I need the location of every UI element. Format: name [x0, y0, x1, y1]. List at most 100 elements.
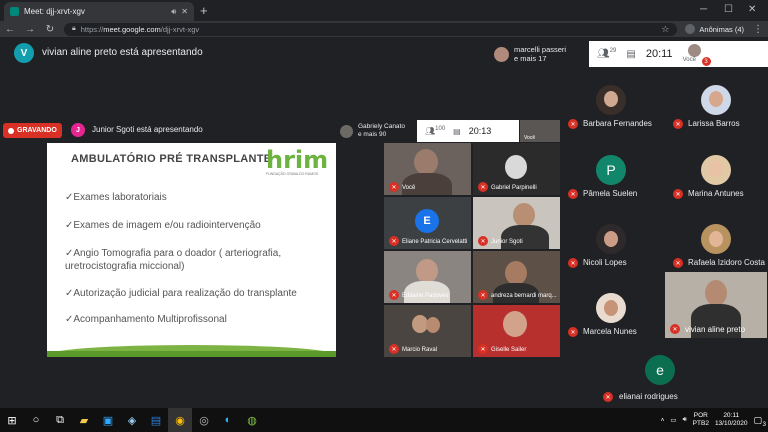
participant-avatar	[701, 155, 731, 185]
participant-face	[513, 203, 535, 227]
search-icon[interactable]: ○	[24, 408, 48, 432]
volume-icon[interactable]: 🔊︎	[683, 416, 687, 424]
tile-name: Gabriel Parpinelli	[491, 185, 537, 191]
window-close-icon[interactable]: ✕	[748, 2, 756, 18]
inner-clock: 20:13	[468, 126, 492, 136]
task-view-icon[interactable]: ⧉	[48, 408, 72, 432]
participant-tile: ✕ Larissa Barros	[666, 85, 766, 129]
self-avatar	[687, 44, 701, 57]
edge-icon[interactable]: ◐	[216, 408, 240, 432]
participant-body	[501, 225, 549, 249]
tile-name: Giselle Sailer	[491, 347, 527, 353]
tile-name: Junior Sgoti	[491, 239, 523, 245]
participant-tile: ✕ Marina Antunes	[666, 155, 766, 199]
participant-face	[505, 155, 527, 179]
participant-avatar	[596, 224, 626, 254]
self-view-mini[interactable]: Você 3	[683, 43, 711, 66]
slide-bullet: ✓Angio Tomografia para o doador ( arteri…	[65, 248, 282, 272]
participant-tile: ✕ Nicoli Lopes	[561, 224, 661, 268]
mic-off-icon: ✕	[673, 119, 683, 129]
meet-favicon-icon	[10, 7, 19, 16]
participant-tile: P ✕ Pâmela Suelen	[561, 155, 661, 199]
participant-name: Barbara Fernandes	[583, 119, 652, 128]
presenter-avatar: V	[14, 43, 34, 63]
tab-close-icon[interactable]: ✕	[181, 7, 188, 16]
presentation-slide: AMBULATÓRIO PRÉ TRANSPLANTE hrim FUNDAÇÃ…	[47, 143, 336, 357]
photoshop-icon[interactable]: ▣	[96, 408, 120, 432]
tile-name: Você	[402, 185, 416, 191]
participant-initial: P	[596, 155, 626, 185]
participant-face	[503, 311, 527, 337]
file-explorer-icon[interactable]: ▰	[72, 408, 96, 432]
participant-name: Nicoli Lopes	[583, 258, 627, 267]
tab-title: Meet: djj-xrvt-xgv	[24, 7, 85, 16]
mic-off-icon: ✕	[568, 189, 578, 199]
people-icon[interactable]: 👥︎29	[597, 48, 616, 59]
participant-face	[505, 261, 527, 285]
forward-icon[interactable]: →	[24, 24, 36, 35]
participant-face	[414, 149, 438, 175]
mic-off-icon: ✕	[478, 236, 488, 246]
app-icon[interactable]: ◈	[120, 408, 144, 432]
url-path: /djj-xrvt-xgv	[160, 24, 200, 34]
participant-face	[705, 280, 727, 306]
chrome-icon[interactable]: ◉	[168, 408, 192, 432]
inner-video-tile: E ✕ Eliane Patricia Cervelatti	[384, 197, 471, 249]
slide-bullet: ✓Acompanhamento Multiprofissonal	[65, 314, 227, 325]
outer-info-bar: marcelli passeri e mais 17	[494, 41, 566, 67]
network-icon[interactable]: ▭	[670, 416, 676, 424]
participant-body	[402, 173, 452, 195]
outer-clock: 20:11	[645, 48, 673, 60]
recording-indicator: GRAVANDO	[3, 123, 62, 138]
participant-body	[404, 281, 450, 303]
mic-off-icon: ✕	[389, 182, 399, 192]
url-protocol: https://	[80, 24, 104, 34]
browser-tab[interactable]: Meet: djj-xrvt-xgv 🔊︎ ✕	[4, 2, 194, 21]
mic-off-icon: ✕	[568, 119, 578, 129]
chat-icon[interactable]: ▤	[626, 49, 635, 60]
mic-off-icon: ✕	[478, 344, 488, 354]
slide-bullet: ✓Exames de imagem e/ou radiointervenção	[65, 220, 261, 231]
mic-off-icon: ✕	[673, 258, 683, 268]
word-icon[interactable]: ▤	[144, 408, 168, 432]
language-indicator[interactable]: POR PTB2	[693, 412, 709, 428]
new-tab-button[interactable]: +	[200, 3, 208, 18]
inner-video-tile: ✕ Marcio Raval	[384, 305, 471, 357]
notification-icon[interactable]: ▢ 3	[753, 415, 766, 428]
windows-start-icon[interactable]: ⊞	[0, 408, 24, 432]
address-bar-row: ← → ↻ 🔒︎ https://meet.google.com/djj-xrv…	[0, 21, 768, 37]
profile-label: Anônimas (4)	[699, 24, 744, 34]
inner-info-bar: Gabriely Canato e mais 90	[340, 120, 405, 142]
reload-icon[interactable]: ↻	[44, 24, 56, 35]
outer-controls-box: 👥︎29 ▤ 20:11 Você 3	[589, 41, 768, 67]
clock[interactable]: 20:11 13/10/2020	[715, 412, 748, 428]
mic-off-icon: ✕	[568, 327, 578, 337]
back-icon[interactable]: ←	[4, 24, 16, 35]
participant-tile: ✕ Barbara Fernandes	[561, 85, 661, 129]
url-field[interactable]: 🔒︎ https://meet.google.com/djj-xrvt-xgv …	[64, 22, 678, 36]
profile-button[interactable]: Anônimas (4)	[685, 24, 744, 34]
mic-off-icon: ✕	[478, 290, 488, 300]
inner-controls-box: 👥︎100 ▤ 20:13	[417, 120, 519, 142]
tile-name: Marcio Raval	[402, 347, 438, 353]
app-icon[interactable]: ◎	[192, 408, 216, 432]
inner-people-count: 100	[435, 126, 446, 133]
app-icon[interactable]: ◍	[240, 408, 264, 432]
slide-title: AMBULATÓRIO PRÉ TRANSPLANTE	[71, 153, 272, 165]
inner-info-names: Gabriely Canato e mais 90	[358, 123, 405, 138]
self-badge: 3	[701, 57, 711, 66]
maximize-icon[interactable]: ☐	[724, 2, 733, 18]
participant-name: Rafaela Izidoro Costa	[688, 258, 765, 267]
menu-icon[interactable]: ⋮	[752, 24, 764, 35]
minimize-icon[interactable]: ─	[700, 2, 707, 18]
outer-info-names: marcelli passeri e mais 17	[514, 45, 567, 63]
speaker-icon: 🔊︎	[171, 6, 177, 16]
presenter-banner-text: vivian aline preto está apresentando	[42, 47, 203, 58]
inner-self-view: Você	[520, 120, 560, 142]
participant-name: Marcela Nunes	[583, 327, 637, 336]
tray-up-icon[interactable]: ˄	[661, 417, 665, 424]
participant-name: elianai rodrigues	[619, 392, 678, 401]
bookmark-star-icon[interactable]: ☆	[661, 24, 669, 35]
hrim-logo: hrim FUNDAÇÃO OSWALDO RAMOS	[266, 146, 329, 176]
participant-name: Larissa Barros	[688, 119, 740, 128]
